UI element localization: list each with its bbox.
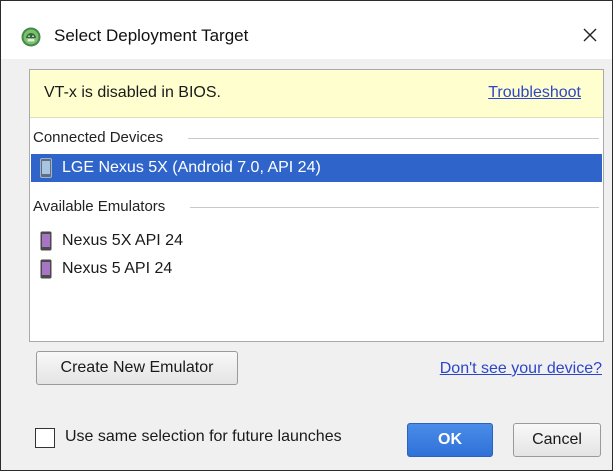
section-divider [190, 207, 599, 208]
title-bar: Select Deployment Target [1, 1, 612, 59]
close-button[interactable] [576, 21, 604, 49]
emulator-label: Nexus 5X API 24 [62, 232, 183, 249]
connected-devices-header: Connected Devices [30, 126, 603, 150]
select-deployment-target-dialog: Select Deployment Target VT-x is disable… [0, 0, 613, 471]
device-label: LGE Nexus 5X (Android 7.0, API 24) [62, 159, 321, 176]
dialog-title: Select Deployment Target [54, 26, 249, 45]
device-row-lge-nexus-5x[interactable]: LGE Nexus 5X (Android 7.0, API 24) [31, 154, 602, 182]
dont-see-device-link[interactable]: Don't see your device? [440, 360, 602, 378]
ok-button[interactable]: OK [407, 423, 493, 457]
emulator-phone-icon [40, 231, 52, 251]
emulator-label: Nexus 5 API 24 [62, 260, 173, 277]
close-icon [583, 28, 597, 42]
emulator-row-nexus-5[interactable]: Nexus 5 API 24 [31, 255, 602, 283]
same-selection-checkbox[interactable] [35, 428, 55, 448]
device-list-panel: VT-x is disabled in BIOS. Troubleshoot C… [29, 69, 604, 342]
emulator-phone-icon [40, 259, 52, 279]
android-studio-icon [21, 27, 41, 47]
emulator-row-nexus-5x[interactable]: Nexus 5X API 24 [31, 227, 602, 255]
available-emulators-header: Available Emulators [30, 195, 603, 219]
section-divider [188, 138, 599, 139]
dialog-content: VT-x is disabled in BIOS. Troubleshoot C… [1, 59, 612, 470]
connected-devices-label: Connected Devices [33, 129, 170, 146]
troubleshoot-link[interactable]: Troubleshoot [488, 84, 581, 102]
phone-icon [40, 158, 52, 178]
same-selection-label: Use same selection for future launches [65, 428, 342, 445]
available-emulators-label: Available Emulators [33, 198, 172, 215]
create-new-emulator-button[interactable]: Create New Emulator [36, 351, 238, 385]
cancel-button[interactable]: Cancel [513, 423, 601, 457]
vtx-warning-banner: VT-x is disabled in BIOS. Troubleshoot [30, 70, 603, 118]
warning-text: VT-x is disabled in BIOS. [44, 84, 221, 101]
